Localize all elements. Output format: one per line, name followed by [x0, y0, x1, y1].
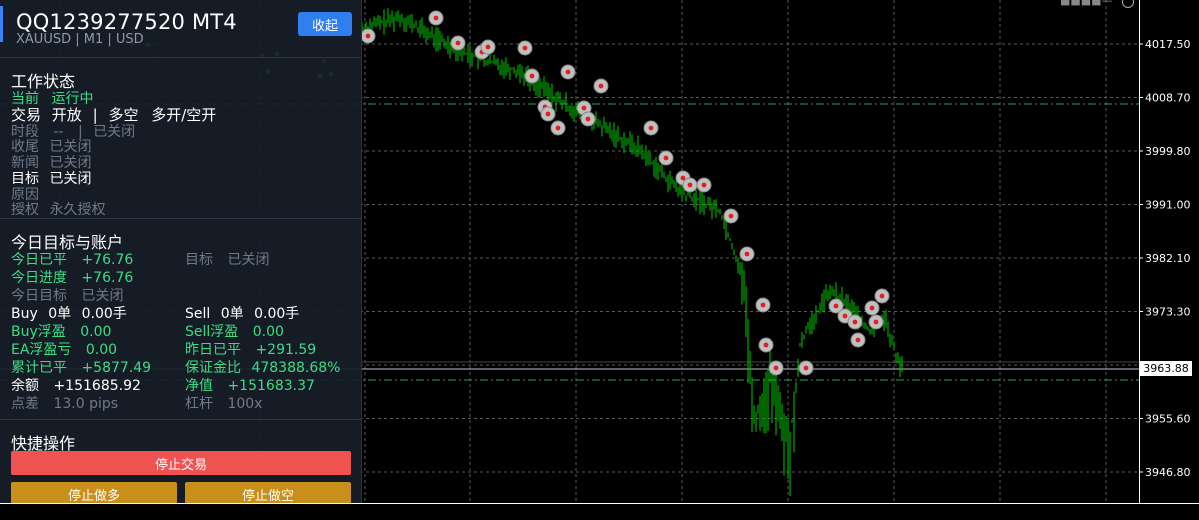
trade-marker-dot	[648, 125, 654, 131]
current-price-tag: 3963.88	[1140, 361, 1192, 376]
panel-header: QQ1239277520 MT4 收起 XAUUSD | M1 | USD	[0, 0, 361, 58]
trade-marker-dot	[585, 116, 591, 122]
balance-label: 余额	[11, 378, 39, 394]
trade-marker-dot	[879, 293, 885, 299]
buy-float-value: 0.00	[80, 324, 112, 340]
trade-marker-dot	[565, 69, 571, 75]
divider	[0, 218, 361, 219]
trade-marker-dot	[522, 45, 528, 51]
sell-orders: 0单	[220, 306, 244, 322]
trade-marker-dot	[529, 73, 535, 79]
ea-float-label: EA浮盈亏	[11, 342, 72, 358]
ea-float-value: 0.00	[85, 342, 118, 358]
trade-marker-dot	[773, 365, 779, 371]
trade-marker-dot	[598, 83, 604, 89]
trade-marker-dot	[763, 342, 769, 348]
total-closed-label: 累计已平	[11, 360, 67, 376]
header-accent-bar	[0, 6, 3, 42]
trade-marker-dot	[365, 33, 371, 39]
trade-marker-dot	[680, 175, 686, 181]
daily-target-value: 已关闭	[81, 288, 124, 304]
stop-short-button[interactable]: 停止做空	[185, 482, 351, 503]
ea-info-panel: QQ1239277520 MT4 收起 XAUUSD | M1 | USD 工作…	[0, 0, 362, 503]
equity-value: +151683.37	[227, 378, 315, 394]
stop-long-button[interactable]: 停止做多	[11, 482, 177, 503]
today-closed-value: +76.76	[81, 252, 134, 268]
trade-marker-dot	[433, 15, 439, 21]
today-target-label: 目标	[185, 252, 213, 268]
account-title: QQ1239277520 MT4	[16, 10, 237, 34]
margin-ratio-value: 478388.68%	[251, 360, 341, 376]
time-axis[interactable]	[0, 503, 1199, 520]
trade-marker-dot	[455, 40, 461, 46]
trade-marker-dot	[842, 313, 848, 319]
trade-marker-dot	[555, 125, 561, 131]
buy-lots: 0.00手	[81, 306, 127, 322]
trade-marker-dot	[760, 302, 766, 308]
sell-float-label: Sell浮盈	[185, 324, 239, 340]
chart-corner-label: ■■■■—	[1060, 0, 1113, 7]
divider	[0, 419, 361, 420]
equity-label: 净值	[185, 378, 213, 394]
target-status-value: 已关闭	[49, 171, 92, 187]
sell-lots: 0.00手	[254, 306, 300, 322]
balance-value: +151685.92	[53, 378, 141, 394]
license-label: 授权	[11, 202, 39, 218]
trade-marker-dot	[852, 319, 858, 325]
leverage-value: 100x	[227, 396, 263, 412]
today-closed-label: 今日已平	[11, 252, 67, 268]
spread-label: 点差	[11, 396, 39, 412]
license-value: 永久授权	[49, 202, 106, 218]
trade-marker-dot	[581, 105, 587, 111]
yesterday-closed-value: +291.59	[255, 342, 317, 358]
trade-marker-dot	[873, 319, 879, 325]
yesterday-closed-label: 昨日已平	[185, 342, 241, 358]
today-target-value: 已关闭	[227, 252, 270, 268]
trade-mode: 多开/空开	[151, 106, 217, 124]
spread-value: 13.0 pips	[53, 396, 119, 412]
buy-float-label: Buy浮盈	[11, 324, 66, 340]
buy-orders: 0单	[48, 306, 72, 322]
margin-ratio-label: 保证金比	[185, 360, 241, 376]
sell-float-value: 0.00	[252, 324, 284, 340]
trade-marker-dot	[728, 213, 734, 219]
buy-label: Buy	[11, 306, 38, 322]
sell-label: Sell	[185, 306, 211, 322]
stop-trading-button[interactable]: 停止交易	[11, 451, 351, 475]
trade-marker-dot	[485, 44, 491, 50]
trade-marker-dot	[545, 111, 551, 117]
symbol-info: XAUUSD | M1 | USD	[16, 32, 144, 47]
trade-marker-dot	[803, 365, 809, 371]
trade-marker-dot	[701, 182, 707, 188]
leverage-label: 杠杆	[185, 396, 213, 412]
price-axis[interactable]	[1139, 0, 1199, 503]
trade-marker-dot	[855, 337, 861, 343]
session-state: 已关闭	[93, 124, 136, 140]
collapse-button[interactable]: 收起	[298, 12, 352, 36]
today-progress-value: +76.76	[81, 270, 134, 286]
today-progress-label: 今日进度	[11, 270, 67, 286]
trade-marker-dot	[833, 303, 839, 309]
daily-target-label: 今日目标	[11, 288, 67, 304]
trade-marker-dot	[744, 251, 750, 257]
trade-marker-dot	[687, 182, 693, 188]
total-closed-value: +5877.49	[81, 360, 152, 376]
trade-marker-dot	[869, 305, 875, 311]
trade-marker-dot	[663, 155, 669, 161]
